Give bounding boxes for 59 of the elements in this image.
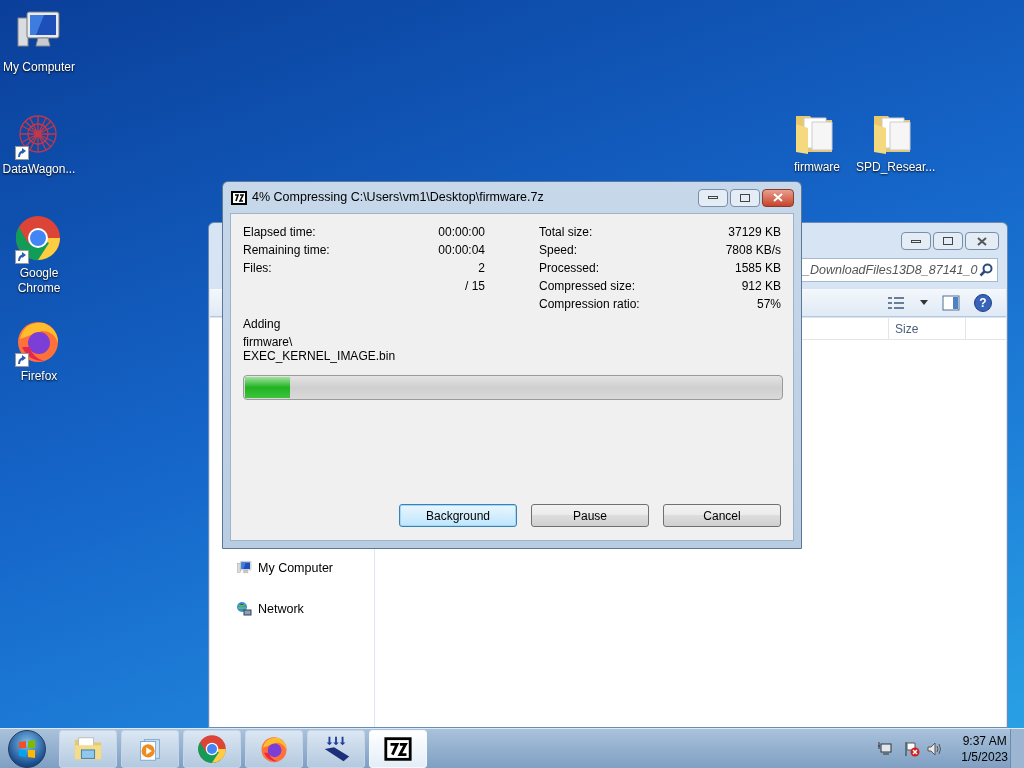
search-icon[interactable] xyxy=(979,263,993,277)
maximize-button[interactable] xyxy=(730,188,760,207)
stat-value: / 15 xyxy=(465,278,485,295)
chrome-icon xyxy=(197,733,227,764)
stat-value: 37129 KB xyxy=(728,224,781,241)
stat-value: 00:00:04 xyxy=(438,242,485,259)
dialog-button[interactable]: Cancel xyxy=(663,504,781,527)
close-button[interactable] xyxy=(762,188,794,207)
stat-label: Elapsed time: xyxy=(243,224,316,241)
clock-time[interactable]: 9:37 AM xyxy=(962,732,1007,749)
stat-value: 2 xyxy=(478,260,485,277)
file-name: EXEC_KERNEL_IMAGE.bin xyxy=(243,349,396,363)
stat-value: 912 KB xyxy=(741,278,781,295)
window-title: 4% Compressing C:\Users\vm1\Desktop\firmware.7z xyxy=(252,189,544,207)
view-list-icon[interactable] xyxy=(888,295,906,310)
start-button[interactable] xyxy=(8,729,46,768)
nav-item[interactable]: My Computer xyxy=(258,559,334,578)
action-center-flag-icon[interactable] xyxy=(903,739,922,758)
desktop-icon-label[interactable]: SPD_Resear... xyxy=(856,160,934,175)
close-button[interactable] xyxy=(965,232,999,250)
nav-item[interactable]: Network xyxy=(258,599,304,619)
stat-label: Compression ratio: xyxy=(539,296,640,313)
stat-label: Files: xyxy=(243,260,272,277)
stat-value: 57% xyxy=(756,296,781,313)
maximize-button[interactable] xyxy=(933,232,963,250)
desktop-icon-label[interactable]: My Computer xyxy=(3,60,75,75)
status-text: Adding xyxy=(243,316,281,333)
app-logo-icon xyxy=(231,190,247,205)
stat-value: 00:00:00 xyxy=(438,224,485,241)
chrome-icon[interactable] xyxy=(14,214,62,262)
globe-network-icon xyxy=(236,601,252,618)
windows-logo-icon xyxy=(17,738,37,759)
minimize-button[interactable] xyxy=(901,232,931,250)
network-icon[interactable] xyxy=(877,740,894,757)
desktop-icon-label[interactable]: firmware xyxy=(794,160,840,175)
stat-label: Speed: xyxy=(539,242,578,259)
clock-date[interactable]: 1/5/2023 xyxy=(961,748,1008,765)
stat-value: 7808 KB/s xyxy=(725,242,781,259)
stat-value: 1585 KB xyxy=(734,260,781,277)
close-icon xyxy=(773,193,783,202)
desktop-icon-label[interactable]: Firefox xyxy=(20,369,58,384)
column-header[interactable]: Size xyxy=(888,318,966,339)
volume-icon[interactable] xyxy=(927,740,944,757)
help-icon[interactable]: ? xyxy=(974,293,992,312)
stat-label: Total size: xyxy=(539,224,593,241)
folder-path: firmware\ xyxy=(243,335,293,349)
dialog-button[interactable]: Pause xyxy=(531,504,649,527)
preview-pane-icon[interactable] xyxy=(942,294,960,311)
desktop-icon-label[interactable]: Google Chrome xyxy=(0,266,78,296)
stat-label: Processed: xyxy=(539,260,600,277)
desktop-icon-label[interactable]: DataWagon... xyxy=(2,162,76,177)
search-field[interactable]: _DownloadFiles13D8_87141_0 xyxy=(800,258,998,282)
minimize-button[interactable] xyxy=(698,188,728,207)
caret-icon[interactable] xyxy=(920,300,928,305)
stat-label: Compressed size: xyxy=(539,278,636,295)
close-icon xyxy=(977,236,987,246)
dialog-button[interactable]: Background xyxy=(399,504,517,527)
taskbar-button[interactable] xyxy=(307,729,365,768)
stat-label: Remaining time: xyxy=(243,242,330,259)
